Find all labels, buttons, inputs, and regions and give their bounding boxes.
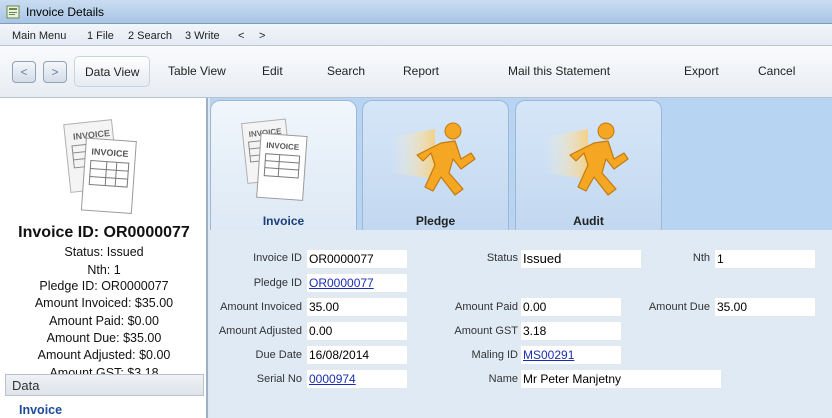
amount-paid-field[interactable]: 0.00 — [520, 297, 622, 317]
due-date-label: Due Date — [255, 349, 302, 361]
summary-amount-invoiced: Amount Invoiced: $35.00 — [34, 296, 174, 310]
amount-adjusted-field[interactable]: 0.00 — [306, 321, 408, 341]
amount-invoiced-field[interactable]: 35.00 — [306, 297, 408, 317]
summary-amount-adjusted: Amount Adjusted: $0.00 — [37, 348, 171, 362]
summary-nth: Nth: 1 — [87, 263, 121, 277]
status-field[interactable]: Issued — [520, 249, 642, 269]
tab-invoice[interactable]: INVOICE INVOICE Invoice — [210, 100, 357, 230]
tab-pledge-label: Pledge — [415, 214, 456, 228]
menu-write[interactable]: 3 Write — [185, 30, 220, 42]
export-button[interactable]: Export — [684, 64, 719, 78]
nav-item-invoice[interactable]: Invoice — [19, 403, 62, 417]
cancel-button[interactable]: Cancel — [758, 64, 795, 78]
back-button[interactable]: < — [12, 61, 36, 83]
tab-invoice-label: Invoice — [262, 214, 305, 228]
window-titlebar: Invoice Details — [0, 0, 832, 24]
running-person-icon — [391, 122, 476, 196]
amount-gst-field[interactable]: 3.18 — [520, 321, 622, 341]
invoice-form: Invoice ID OR0000077 Pledge ID OR0000077… — [210, 230, 832, 418]
menu-search[interactable]: 2 Search — [128, 30, 172, 42]
summary-pledge-id: Pledge ID: OR0000077 — [39, 279, 169, 293]
serial-no-link[interactable]: 0000974 — [306, 369, 408, 389]
tab-strip: INVOICE INVOICE Invoice Pledge Audit — [210, 98, 832, 230]
data-section-header[interactable]: Data — [5, 374, 204, 396]
tab-pledge[interactable]: Pledge — [362, 100, 509, 230]
mailing-id-link[interactable]: MS00291 — [520, 345, 622, 365]
amount-adjusted-label: Amount Adjusted — [218, 325, 302, 337]
menu-bar: Main Menu 1 File 2 Search 3 Write < > — [0, 24, 832, 46]
tab-audit-label: Audit — [573, 214, 604, 228]
edit-button[interactable]: Edit — [262, 64, 283, 78]
menu-back[interactable]: < — [238, 30, 244, 42]
summary-panel: INVOICE INVOICE Invoice ID: OR0000077 St… — [0, 98, 208, 418]
tab-audit[interactable]: Audit — [515, 100, 662, 230]
amount-paid-label: Amount Paid — [455, 301, 518, 313]
forward-button[interactable]: > — [43, 61, 67, 83]
pledge-id-link[interactable]: OR0000077 — [306, 273, 408, 293]
data-view-button[interactable]: Data View — [74, 56, 151, 87]
mail-statement-button[interactable]: Mail this Statement — [508, 64, 610, 78]
nth-label: Nth — [692, 252, 710, 264]
amount-gst-label: Amount GST — [454, 325, 518, 337]
table-view-button[interactable]: Table View — [168, 64, 226, 78]
window-title: Invoice Details — [26, 5, 105, 19]
app-icon — [6, 5, 20, 19]
name-label: Name — [488, 373, 518, 385]
serial-no-label: Serial No — [256, 373, 302, 385]
summary-amount-due: Amount Due: $35.00 — [46, 331, 162, 345]
status-label: Status — [486, 252, 518, 264]
menu-file[interactable]: 1 File — [87, 30, 114, 42]
report-button[interactable]: Report — [403, 64, 439, 78]
main-panel: INVOICE INVOICE Invoice Pledge Audit Inv… — [210, 98, 832, 418]
amount-due-field[interactable]: 35.00 — [714, 297, 816, 317]
menu-forward[interactable]: > — [259, 30, 265, 42]
invoice-document-icon: INVOICE INVOICE — [241, 118, 308, 201]
summary-amount-paid: Amount Paid: $0.00 — [49, 314, 159, 328]
amount-due-label: Amount Due — [648, 301, 710, 313]
search-button[interactable]: Search — [327, 64, 365, 78]
running-person-icon — [544, 122, 629, 196]
invoice-id-label: Invoice ID — [253, 252, 302, 264]
due-date-field[interactable]: 16/08/2014 — [306, 345, 408, 365]
amount-invoiced-label: Amount Invoiced — [220, 301, 302, 313]
invoice-summary-title: Invoice ID: OR0000077 — [18, 224, 190, 241]
invoice-id-field[interactable]: OR0000077 — [306, 249, 408, 269]
name-field[interactable]: Mr Peter Manjetny — [520, 369, 722, 389]
nth-field[interactable]: 1 — [714, 249, 816, 269]
menu-main-menu[interactable]: Main Menu — [12, 30, 66, 42]
summary-status: Status: Issued — [64, 245, 144, 259]
invoice-document-icon: INVOICE INVOICE — [63, 119, 137, 214]
toolbar: < > Data View Table View Edit Search Rep… — [0, 46, 832, 98]
mailing-id-label: Maling ID — [471, 349, 518, 361]
pledge-id-label: Pledge ID — [253, 277, 302, 289]
